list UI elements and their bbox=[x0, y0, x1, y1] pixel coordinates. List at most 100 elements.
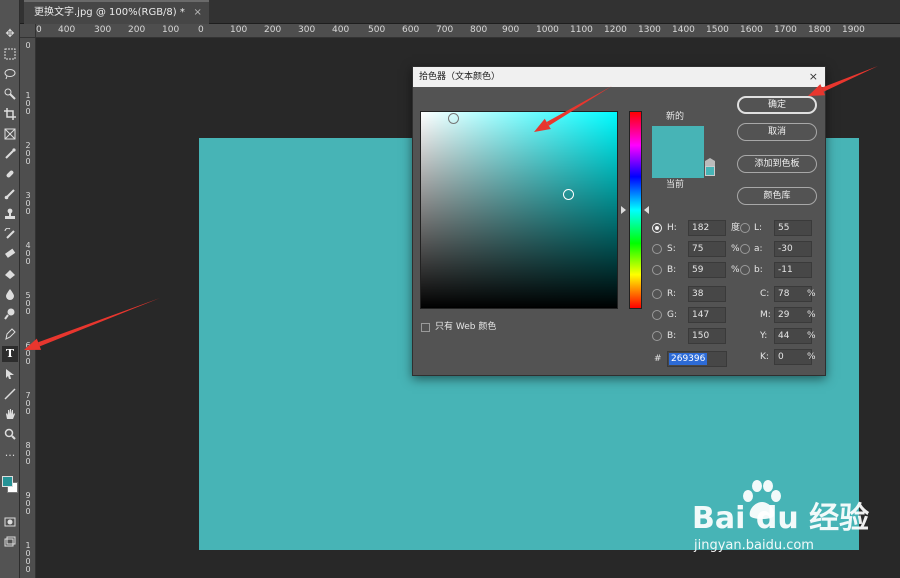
ruler-h-label: 200 bbox=[128, 25, 146, 35]
hue-slider[interactable] bbox=[629, 111, 642, 309]
rgb-b-field[interactable]: 150 bbox=[688, 328, 726, 344]
ruler-v-label: 0 bbox=[25, 41, 31, 50]
ruler-h-label: 600 bbox=[402, 25, 420, 35]
web-colors-only-checkbox[interactable] bbox=[421, 323, 430, 332]
s-label: S: bbox=[667, 244, 676, 254]
hex-value-selected: 269396 bbox=[669, 353, 708, 365]
color-libraries-button[interactable]: 颜色库 bbox=[737, 187, 817, 205]
brush-tool-icon[interactable] bbox=[2, 186, 18, 202]
ruler-v-label: 2 0 0 bbox=[25, 141, 31, 166]
crop-tool-icon[interactable] bbox=[2, 106, 18, 122]
ruler-v-label: 4 0 0 bbox=[25, 241, 31, 266]
radio-g[interactable] bbox=[652, 310, 662, 320]
b-unit: % bbox=[731, 265, 740, 275]
a-field[interactable]: -30 bbox=[774, 241, 812, 257]
clone-stamp-tool-icon[interactable] bbox=[2, 206, 18, 222]
eraser-tool-icon[interactable] bbox=[2, 246, 18, 262]
hue-slider-right-arrow-icon[interactable] bbox=[644, 206, 649, 214]
g-field[interactable]: 147 bbox=[688, 307, 726, 323]
add-to-swatches-button[interactable]: 添加到色板 bbox=[737, 155, 817, 173]
document-tab-title: 更换文字.jpg @ 100%(RGB/8) * bbox=[34, 7, 185, 18]
ok-button[interactable]: 确定 bbox=[737, 96, 817, 114]
y-label: Y: bbox=[760, 331, 768, 341]
ruler-h-label: 400 bbox=[58, 25, 76, 35]
out-of-gamut-cube-icon[interactable] bbox=[705, 153, 715, 168]
frame-tool-icon[interactable] bbox=[2, 126, 18, 142]
pen-tool-icon[interactable] bbox=[2, 326, 18, 342]
m-label: M: bbox=[760, 310, 771, 320]
b-label: B: bbox=[667, 265, 677, 275]
ruler-v-label: 3 0 0 bbox=[25, 191, 31, 216]
sv-previous-marker bbox=[448, 113, 459, 124]
saturation-brightness-field[interactable] bbox=[420, 111, 618, 309]
healing-brush-tool-icon[interactable] bbox=[2, 166, 18, 182]
quick-selection-tool-icon[interactable] bbox=[2, 86, 18, 102]
radio-l[interactable] bbox=[740, 223, 750, 233]
ruler-v-label: 8 0 0 bbox=[25, 441, 31, 466]
web-safe-color-icon[interactable] bbox=[705, 166, 715, 176]
dialog-titlebar[interactable]: 拾色器（文本颜色） × bbox=[413, 67, 825, 87]
blur-tool-icon[interactable] bbox=[2, 286, 18, 302]
vertical-ruler: 0 1 0 0 2 0 0 3 0 0 4 0 0 5 0 0 6 0 0 7 0 0 8 0 … bbox=[20, 38, 36, 578]
path-selection-tool-icon[interactable] bbox=[2, 366, 18, 382]
foreground-color-swatch[interactable] bbox=[2, 476, 13, 487]
dialog-close-icon[interactable]: × bbox=[809, 67, 818, 87]
close-tab-icon[interactable]: × bbox=[193, 2, 201, 24]
r-label: R: bbox=[667, 289, 677, 299]
m-unit: % bbox=[807, 310, 816, 320]
ruler-v-label: 1 0 0 bbox=[25, 91, 31, 116]
move-tool-icon[interactable]: ✥ bbox=[2, 26, 18, 42]
radio-r[interactable] bbox=[652, 289, 662, 299]
lab-b-field[interactable]: -11 bbox=[774, 262, 812, 278]
ruler-h-label: 800 bbox=[470, 25, 488, 35]
ruler-v-label: 1 0 0 0 bbox=[25, 541, 31, 574]
type-tool-icon[interactable]: T bbox=[2, 346, 18, 362]
b-field[interactable]: 59 bbox=[688, 262, 726, 278]
document-tab[interactable]: 更换文字.jpg @ 100%(RGB/8) * × bbox=[24, 0, 209, 24]
l-field[interactable]: 55 bbox=[774, 220, 812, 236]
radio-lab-b[interactable] bbox=[740, 265, 750, 275]
sv-color-marker-icon[interactable] bbox=[563, 189, 574, 200]
ruler-h-label: 300 bbox=[298, 25, 316, 35]
quick-mask-icon[interactable] bbox=[2, 514, 18, 530]
radio-a[interactable] bbox=[740, 244, 750, 254]
s-unit: % bbox=[731, 244, 740, 254]
radio-s[interactable] bbox=[652, 244, 662, 254]
k-unit: % bbox=[807, 352, 816, 362]
dialog-title: 拾色器（文本颜色） bbox=[419, 72, 501, 82]
horizontal-ruler: 0 400 300 200 100 0 100 200 300 400 500 600 700 800 90… bbox=[36, 24, 900, 38]
lasso-tool-icon[interactable] bbox=[2, 66, 18, 82]
h-label: H: bbox=[667, 223, 677, 233]
eyedropper-tool-icon[interactable] bbox=[2, 146, 18, 162]
foreground-background-colors[interactable] bbox=[2, 470, 18, 500]
radio-b[interactable] bbox=[652, 265, 662, 275]
ruler-h-label: 500 bbox=[368, 25, 386, 35]
hex-label: # bbox=[654, 354, 662, 364]
ruler-h-label: 0 bbox=[36, 25, 42, 35]
line-tool-icon[interactable] bbox=[2, 386, 18, 402]
new-color-swatch bbox=[652, 126, 704, 152]
ruler-h-label: 1500 bbox=[706, 25, 729, 35]
hue-slider-left-arrow-icon[interactable] bbox=[621, 206, 626, 214]
marquee-tool-icon[interactable] bbox=[2, 46, 18, 62]
s-field[interactable]: 75 bbox=[688, 241, 726, 257]
current-color-swatch[interactable] bbox=[652, 152, 704, 178]
hand-tool-icon[interactable] bbox=[2, 406, 18, 422]
web-colors-only-label: 只有 Web 颜色 bbox=[435, 322, 497, 332]
hex-input[interactable]: 269396 bbox=[667, 351, 727, 367]
radio-rgb-b[interactable] bbox=[652, 331, 662, 341]
dodge-tool-icon[interactable] bbox=[2, 306, 18, 322]
cancel-button[interactable]: 取消 bbox=[737, 123, 817, 141]
watermark-logo-text: Bai du 经验 bbox=[692, 501, 870, 536]
zoom-tool-icon[interactable] bbox=[2, 426, 18, 442]
radio-h[interactable] bbox=[652, 223, 662, 233]
ruler-h-label: 300 bbox=[94, 25, 112, 35]
h-field[interactable]: 182 bbox=[688, 220, 726, 236]
gradient-tool-icon[interactable] bbox=[2, 266, 18, 282]
screen-mode-icon[interactable] bbox=[2, 534, 18, 550]
r-field[interactable]: 38 bbox=[688, 286, 726, 302]
history-brush-tool-icon[interactable] bbox=[2, 226, 18, 242]
c-unit: % bbox=[807, 289, 816, 299]
more-tools-icon[interactable]: ··· bbox=[2, 448, 18, 464]
tools-panel: ✥ T ··· bbox=[0, 0, 20, 578]
